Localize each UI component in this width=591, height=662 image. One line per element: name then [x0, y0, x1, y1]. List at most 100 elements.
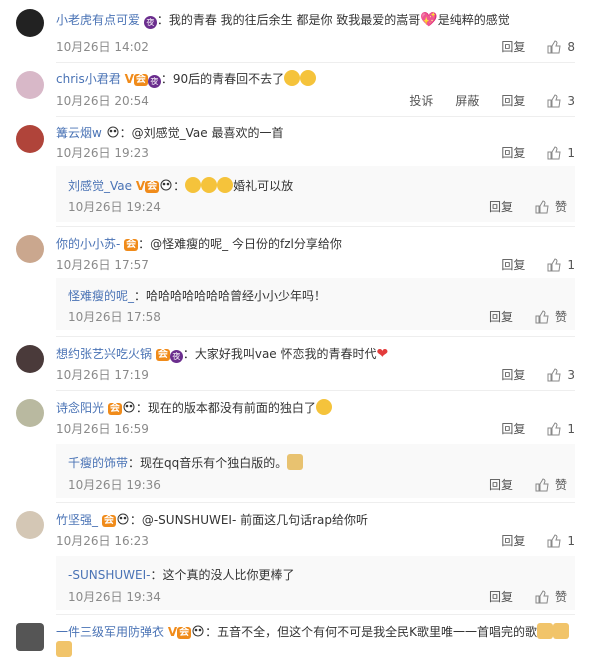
reply-username[interactable]: 怪难瘦的呢_: [68, 289, 134, 303]
reply-box: 千瘦的饰带：现在qq音乐有个独白版的。 10月26日 19:36 回复 赞: [56, 444, 575, 498]
comment-item: 小老虎有点可爱 夜：我的青春 我的往后余生 都是你 致我最爱的嵩哥💖是纯粹的感觉…: [0, 0, 591, 62]
like-button[interactable]: 赞: [535, 588, 567, 605]
like-label: 赞: [554, 590, 567, 604]
member-badge-icon: 夜: [143, 16, 157, 29]
reply-actions: 回复 赞: [467, 588, 567, 605]
comment-text: ：五音不全，但这个有何不可是我全民K歌里唯一一首唱完的歌: [205, 625, 538, 639]
thumbs-up-icon: [535, 589, 549, 603]
reply-button[interactable]: 回复: [501, 420, 525, 437]
like-count: 3: [567, 93, 575, 108]
comment-text: ：@-SUNSHUWEI- 前面这几句话rap给你听: [129, 513, 369, 527]
thumbs-up-icon: [547, 367, 561, 381]
reply-time: 10月26日 19:34: [68, 590, 161, 604]
reply-text: ：哈哈哈哈哈哈哈曾经小小少年吗！: [134, 289, 327, 303]
heart-icon: ❤: [376, 346, 389, 362]
reply-button[interactable]: 回复: [501, 144, 525, 161]
reply-time: 10月26日 17:58: [68, 310, 161, 324]
comment-username[interactable]: 诗念阳光: [56, 401, 104, 415]
comment-time: 10月26日 17:19: [56, 368, 149, 382]
block-button[interactable]: 屏蔽: [455, 92, 479, 109]
strong-arm-icon: [537, 623, 554, 639]
panda-icon: [192, 625, 204, 637]
thumbs-up-icon: [547, 145, 561, 159]
avatar[interactable]: [16, 623, 44, 651]
comment-time: 10月26日 17:57: [56, 258, 149, 272]
reply-button[interactable]: 回复: [489, 588, 513, 605]
comment-actions: 回复 1: [479, 532, 575, 549]
member-badge-icon: 夜: [147, 75, 161, 88]
vip-badge-icon: 会: [107, 403, 122, 415]
comment-username[interactable]: 小老虎有点可爱: [56, 13, 140, 27]
reply-actions: 回复 赞: [467, 198, 567, 215]
reply-button[interactable]: 回复: [501, 92, 525, 109]
crying-emoji-icon: [300, 70, 317, 86]
reply-button[interactable]: 回复: [489, 476, 513, 493]
reply-username[interactable]: 千瘦的饰带: [68, 456, 128, 470]
comment-text: ：@刘感觉_Vae 最喜欢的一首: [119, 126, 284, 140]
strong-arm-icon: [56, 641, 72, 657]
dog-emoji-icon: [287, 454, 304, 470]
like-count: 3: [567, 367, 575, 382]
reply-box: -SUNSHUWEI-：这个真的没人比你更棒了 10月26日 19:34 回复 …: [56, 556, 575, 610]
reply-actions: 回复 赞: [467, 476, 567, 493]
reply-username[interactable]: -SUNSHUWEI-: [68, 568, 150, 582]
avatar[interactable]: [16, 71, 44, 99]
comment-actions: 投诉 屏蔽 回复 3: [387, 92, 575, 109]
avatar[interactable]: [16, 235, 44, 263]
like-button[interactable]: 赞: [535, 198, 567, 215]
reply-button[interactable]: 回复: [501, 366, 525, 383]
comment-item: chris小君君 V 会夜：90后的青春回不去了 10月26日 20:54 投诉 …: [0, 62, 591, 116]
comment-time: 10月26日 19:23: [56, 146, 149, 160]
reply-time: 10月26日 19:24: [68, 200, 161, 214]
avatar[interactable]: [16, 511, 44, 539]
reply-username[interactable]: 刘感觉_Vae: [68, 179, 132, 193]
avatar[interactable]: [16, 9, 44, 37]
reply-button[interactable]: 回复: [501, 256, 525, 273]
avatar[interactable]: [16, 345, 44, 373]
comment-item: 你的小小苏- 会：@怪难瘦的呢_ 今日份的fzl分享给你 10月26日 17:5…: [0, 226, 591, 336]
comment-actions: 回复 1: [479, 256, 575, 273]
reply-button[interactable]: 回复: [489, 198, 513, 215]
like-label: 赞: [554, 310, 567, 324]
reply-actions: 回复 赞: [467, 308, 567, 325]
thumbs-up-icon: [535, 199, 549, 213]
report-button[interactable]: 投诉: [409, 92, 433, 109]
comment-username[interactable]: 一件三级军用防弹衣: [56, 625, 164, 639]
smile-emoji-icon: [185, 177, 202, 193]
reply-button[interactable]: 回复: [489, 308, 513, 325]
like-button[interactable]: 8: [547, 40, 575, 54]
comment-item: 篝云烟w ：@刘感觉_Vae 最喜欢的一首 10月26日 19:23 回复 1 …: [0, 116, 591, 226]
comment-username[interactable]: chris小君君: [56, 72, 121, 86]
like-button[interactable]: 1: [547, 422, 575, 436]
comment-username[interactable]: 篝云烟w: [56, 126, 102, 140]
like-button[interactable]: 1: [547, 534, 575, 548]
heart-icon: 💖: [420, 12, 438, 28]
reply-text: ：这个真的没人比你更棒了: [150, 568, 295, 582]
vip-badge-icon: 会: [124, 239, 139, 251]
like-button[interactable]: 3: [547, 368, 575, 382]
like-button[interactable]: 1: [547, 258, 575, 272]
comment-username[interactable]: 竹坚强_: [56, 513, 98, 527]
like-button[interactable]: 3: [547, 94, 575, 108]
comment-actions: 回复 1: [479, 420, 575, 437]
like-count: 1: [567, 533, 575, 548]
comment-actions: 回复 3: [479, 366, 575, 383]
avatar[interactable]: [16, 399, 44, 427]
reply-button[interactable]: 回复: [501, 532, 525, 549]
comment-text: ：@怪难瘦的呢_ 今日份的fzl分享给你: [138, 237, 342, 251]
vip-badge-icon: 会: [177, 627, 192, 639]
comment-username[interactable]: 想约张艺兴吃火锅: [56, 347, 152, 361]
like-button[interactable]: 1: [547, 146, 575, 160]
avatar[interactable]: [16, 125, 44, 153]
like-button[interactable]: 赞: [535, 476, 567, 493]
comment-item: 诗念阳光 会：现在的版本都没有前面的独白了 10月26日 16:59 回复 1 …: [0, 390, 591, 502]
comment-text: ：大家好我叫vae 怀恋我的青春时代: [182, 347, 377, 361]
reply-button[interactable]: 回复: [501, 38, 525, 55]
verified-icon: V: [135, 179, 146, 193]
comment-username[interactable]: 你的小小苏-: [56, 237, 120, 251]
like-button[interactable]: 赞: [535, 308, 567, 325]
verified-icon: V: [167, 625, 178, 639]
panda-icon: [107, 126, 119, 138]
member-badge-icon: 夜: [169, 350, 183, 363]
vip-badge-icon: 会: [155, 349, 170, 361]
